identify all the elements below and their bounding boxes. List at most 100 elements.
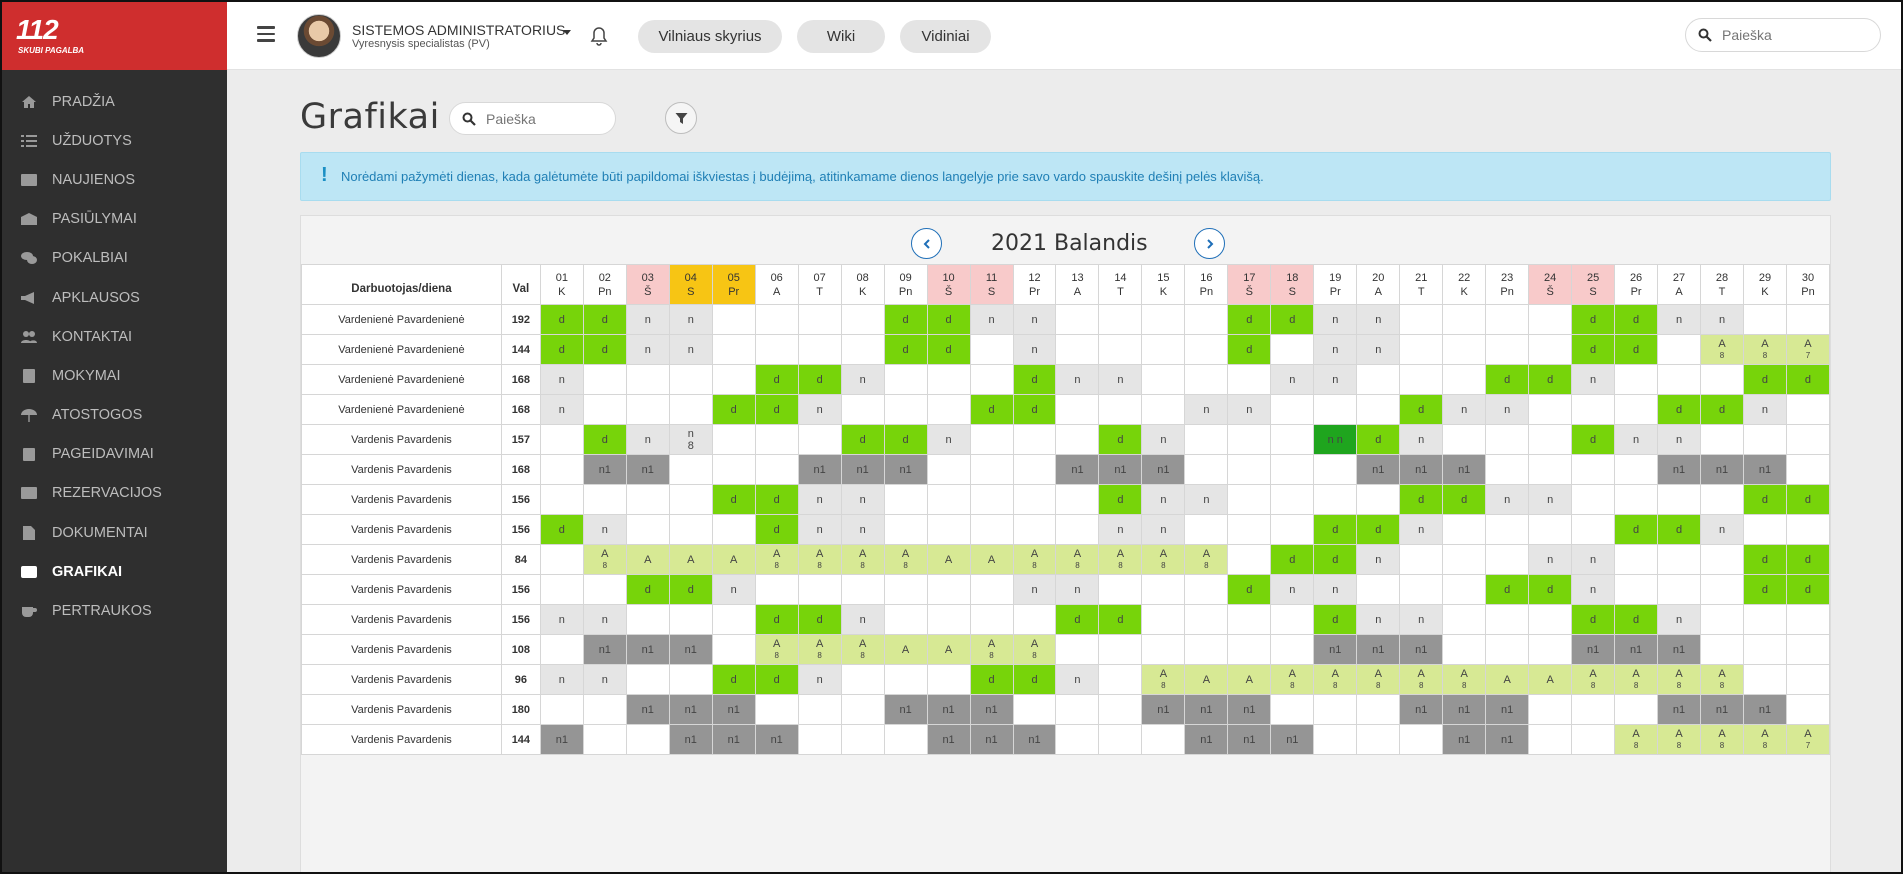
schedule-cell[interactable] [1528, 424, 1573, 455]
schedule-cell[interactable]: d [1571, 304, 1616, 335]
sidebar-item-pokalbiai[interactable]: Pokalbiai [2, 239, 227, 278]
schedule-cell[interactable]: n1 [1442, 694, 1487, 725]
schedule-cell[interactable]: d [1700, 394, 1744, 425]
schedule-cell[interactable]: A8 [1571, 664, 1616, 695]
schedule-cell[interactable] [1313, 694, 1358, 725]
schedule-cell[interactable] [797, 724, 842, 755]
schedule-cell[interactable]: n1 [625, 454, 670, 485]
schedule-cell[interactable] [1528, 334, 1573, 365]
schedule-cell[interactable] [1742, 514, 1787, 545]
schedule-cell[interactable]: n1 [1227, 724, 1272, 755]
schedule-cell[interactable]: d [1571, 604, 1616, 635]
schedule-cell[interactable] [1442, 364, 1487, 395]
schedule-cell[interactable]: d [1742, 574, 1787, 605]
schedule-cell[interactable] [668, 484, 713, 515]
schedule-cell[interactable] [1485, 604, 1530, 635]
schedule-cell[interactable]: d [711, 484, 756, 515]
schedule-cell[interactable]: n [1700, 514, 1744, 545]
schedule-cell[interactable] [582, 394, 627, 425]
schedule-cell[interactable]: d [1742, 544, 1787, 575]
schedule-cell[interactable] [1055, 334, 1100, 365]
schedule-cell[interactable]: n [582, 664, 627, 695]
schedule-cell[interactable] [1184, 574, 1229, 605]
schedule-cell[interactable]: n [1657, 304, 1702, 335]
schedule-cell[interactable] [1657, 484, 1702, 515]
schedule-cell[interactable] [1485, 544, 1530, 575]
schedule-cell[interactable] [1356, 394, 1401, 425]
schedule-cell[interactable]: n1 [711, 724, 756, 755]
schedule-cell[interactable]: n1 [668, 694, 713, 725]
schedule-cell[interactable]: n1 [1742, 694, 1787, 725]
schedule-cell[interactable]: n1 [1614, 634, 1659, 665]
schedule-cell[interactable]: A [711, 544, 756, 575]
schedule-cell[interactable]: d [1528, 364, 1573, 395]
schedule-cell[interactable] [1227, 454, 1272, 485]
sidebar-item-mokymai[interactable]: Mokymai [2, 356, 227, 395]
schedule-cell[interactable]: A8 [1742, 724, 1787, 755]
sidebar-item-pradzia[interactable]: Pradžia [2, 82, 227, 121]
schedule-cell[interactable]: A8 [1141, 664, 1186, 695]
schedule-cell[interactable] [754, 304, 799, 335]
schedule-cell[interactable]: A8 [1270, 664, 1315, 695]
schedule-cell[interactable]: n [1012, 334, 1057, 365]
schedule-cell[interactable] [1227, 424, 1272, 455]
schedule-cell[interactable] [969, 364, 1014, 395]
schedule-cell[interactable] [1442, 304, 1487, 335]
schedule-cell[interactable] [1528, 454, 1573, 485]
schedule-cell[interactable]: A8 [797, 634, 842, 665]
schedule-cell[interactable]: A [1485, 664, 1530, 695]
schedule-cell[interactable] [1742, 304, 1787, 335]
schedule-cell[interactable]: n1 [1098, 454, 1143, 485]
schedule-cell[interactable] [711, 604, 756, 635]
schedule-cell[interactable]: A8 [1700, 724, 1744, 755]
schedule-cell[interactable]: n1 [1485, 694, 1530, 725]
schedule-cell[interactable] [797, 574, 842, 605]
schedule-cell[interactable]: d [1485, 364, 1530, 395]
schedule-cell[interactable] [969, 514, 1014, 545]
schedule-cell[interactable] [625, 364, 670, 395]
schedule-cell[interactable]: d [840, 424, 885, 455]
schedule-cell[interactable] [711, 514, 756, 545]
schedule-cell[interactable] [625, 514, 670, 545]
schedule-cell[interactable]: n [797, 484, 842, 515]
schedule-cell[interactable]: n [1270, 574, 1315, 605]
schedule-cell[interactable] [1571, 514, 1616, 545]
schedule-cell[interactable] [1614, 364, 1659, 395]
schedule-cell[interactable]: n [625, 334, 670, 365]
schedule-cell[interactable]: A8 [582, 544, 627, 575]
schedule-cell[interactable]: d [1442, 484, 1487, 515]
schedule-cell[interactable] [1141, 574, 1186, 605]
schedule-cell[interactable]: d [625, 574, 670, 605]
schedule-cell[interactable]: d [1012, 664, 1057, 695]
schedule-cell[interactable] [625, 664, 670, 695]
schedule-cell[interactable]: A8 [1442, 664, 1487, 695]
schedule-cell[interactable] [1227, 514, 1272, 545]
schedule-cell[interactable]: A8 [754, 634, 799, 665]
menu-toggle-icon[interactable] [257, 26, 275, 42]
schedule-cell[interactable]: n [668, 334, 713, 365]
schedule-cell[interactable]: n [1055, 364, 1100, 395]
schedule-cell[interactable]: d [1399, 394, 1444, 425]
schedule-cell[interactable]: n1 [1657, 634, 1702, 665]
schedule-cell[interactable]: A8 [840, 544, 885, 575]
schedule-cell[interactable] [711, 454, 756, 485]
schedule-cell[interactable]: d [1356, 514, 1401, 545]
schedule-cell[interactable]: n [1571, 544, 1616, 575]
schedule-cell[interactable]: A [668, 544, 713, 575]
logo[interactable]: 112 SKUBI PAGALBA [2, 2, 227, 70]
schedule-cell[interactable] [1313, 484, 1358, 515]
schedule-cell[interactable]: d [1742, 484, 1787, 515]
schedule-cell[interactable] [1528, 514, 1573, 545]
schedule-cell[interactable] [1742, 424, 1787, 455]
schedule-cell[interactable] [1141, 394, 1186, 425]
schedule-cell[interactable]: n [1313, 334, 1358, 365]
schedule-cell[interactable]: A7 [1785, 334, 1831, 365]
schedule-cell[interactable] [1356, 364, 1401, 395]
schedule-cell[interactable] [926, 664, 971, 695]
schedule-cell[interactable] [969, 574, 1014, 605]
schedule-cell[interactable]: A8 [1012, 544, 1057, 575]
schedule-cell[interactable] [1657, 544, 1702, 575]
schedule-cell[interactable] [625, 724, 670, 755]
schedule-cell[interactable]: d [1785, 544, 1831, 575]
schedule-cell[interactable] [1055, 514, 1100, 545]
